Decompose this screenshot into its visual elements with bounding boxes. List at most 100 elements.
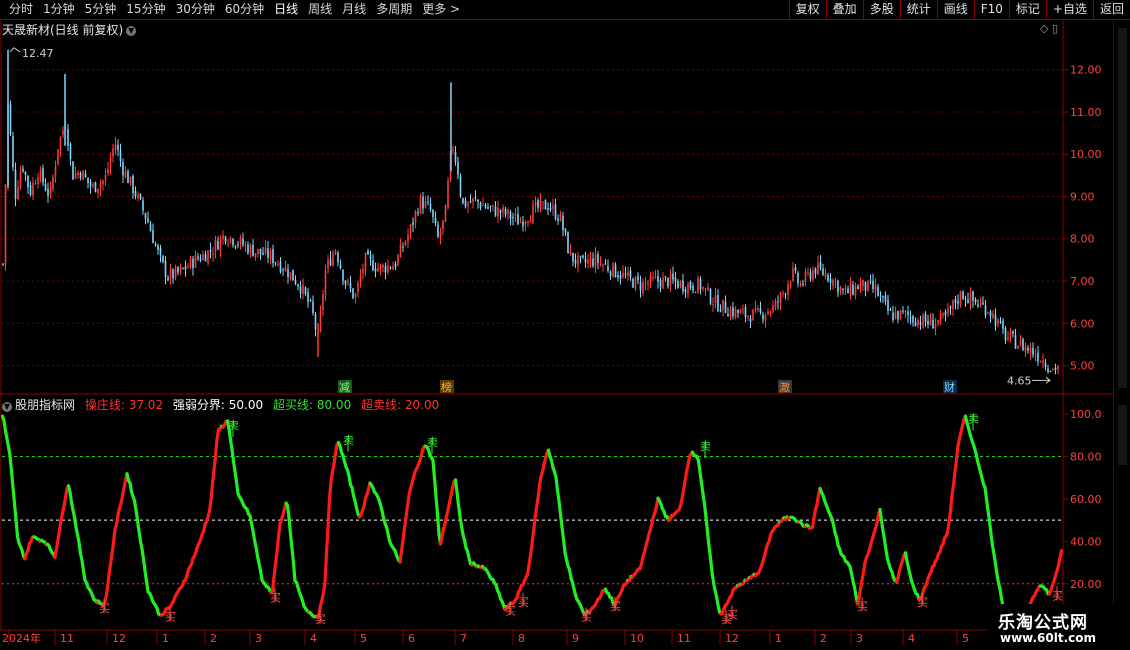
candle-body xyxy=(487,207,489,209)
time-axis-label: 3 xyxy=(255,632,262,645)
param-zhuang-line: 操庄线: 37.02 xyxy=(84,398,164,412)
candle-body xyxy=(339,264,342,269)
candle-body xyxy=(874,285,877,291)
oscillator-segment xyxy=(431,459,437,480)
chart-canvas[interactable]: 买买买买买买买买买买买买买卖卖卖卖卖 12.0011.0010.009.008.… xyxy=(0,0,1130,650)
chevron-down-icon[interactable]: ▼ xyxy=(126,26,137,36)
candle-body xyxy=(904,310,907,313)
main-chart-title[interactable]: 天晟新材(日线 前复权) ▼ xyxy=(2,21,137,38)
candle-body xyxy=(757,308,759,311)
candle-body xyxy=(242,238,244,246)
oscillator-segment xyxy=(77,540,83,556)
oscillator-segment xyxy=(108,552,114,567)
candle-body xyxy=(147,218,149,223)
candle-body xyxy=(307,292,309,303)
candle-body xyxy=(484,204,487,208)
candle-body xyxy=(587,259,589,264)
candle-body xyxy=(789,281,792,287)
candle-body xyxy=(544,200,547,210)
candle-body xyxy=(217,241,219,250)
candle-body xyxy=(869,280,872,282)
param-strength-boundary: 强弱分界: 50.00 xyxy=(172,398,264,412)
indicator-menu-icon[interactable]: ▼ xyxy=(2,402,12,412)
candle-body xyxy=(849,283,852,296)
oscillator-segment xyxy=(285,503,291,520)
candle-body xyxy=(967,299,969,304)
param-oversold-line: 超卖线: 20.00 xyxy=(361,398,440,412)
candle-body xyxy=(332,252,334,266)
candle-body xyxy=(329,258,332,266)
candle-body xyxy=(847,288,849,294)
candle-body xyxy=(649,275,652,283)
oscillator-segment xyxy=(272,561,278,579)
oscillator-segment xyxy=(557,499,563,516)
candle-body xyxy=(424,201,427,208)
candle-body xyxy=(712,304,714,306)
candle-body xyxy=(1054,367,1057,370)
candle-body xyxy=(664,276,667,278)
candle-body xyxy=(749,318,752,323)
candle-body xyxy=(739,310,742,314)
candle-body xyxy=(367,250,369,255)
oscillator-segment xyxy=(402,515,408,530)
oscillator-segment xyxy=(135,518,141,533)
candle-body xyxy=(957,301,959,304)
diamond-icon[interactable]: ◇ xyxy=(1040,22,1048,35)
oscillator-segment xyxy=(332,451,338,467)
candle-body xyxy=(634,277,637,290)
candle-body xyxy=(352,288,354,299)
candle-body xyxy=(209,249,212,252)
oscillator-segment xyxy=(399,538,405,553)
candle-body xyxy=(107,168,109,173)
candle-body xyxy=(177,266,179,273)
oscillator-segment xyxy=(9,469,15,489)
candle-body xyxy=(57,149,59,164)
candle-body xyxy=(619,275,622,279)
oscillator-segment xyxy=(984,497,990,513)
candle-body xyxy=(704,288,707,290)
candle-body xyxy=(239,237,242,244)
candle-body xyxy=(719,309,722,312)
candle-body xyxy=(729,309,732,319)
oscillator-segment xyxy=(878,507,884,522)
candle-body xyxy=(697,278,699,293)
candle-body xyxy=(832,279,834,286)
candle-body xyxy=(927,320,929,325)
time-axis-label: 8 xyxy=(518,632,525,645)
candle-body xyxy=(997,319,999,325)
time-axis-label: 7 xyxy=(460,632,467,645)
candle-body xyxy=(59,136,62,150)
watermark-url: www.60lt.com xyxy=(1000,631,1097,645)
candle-body xyxy=(594,254,597,268)
candle-body xyxy=(342,269,344,281)
candle-body xyxy=(972,291,974,301)
oscillator-segment xyxy=(273,550,279,566)
oscillator-segment xyxy=(110,541,116,556)
candle-body xyxy=(137,194,139,198)
candle-body xyxy=(287,269,289,278)
side-scrollbar-lower[interactable] xyxy=(1118,405,1127,465)
candle-body xyxy=(834,281,837,283)
candle-body xyxy=(979,303,982,305)
candle-body xyxy=(419,195,422,214)
candle-body xyxy=(514,214,517,217)
candle-body xyxy=(854,285,857,296)
candle-body xyxy=(827,275,829,281)
candle-body xyxy=(429,203,432,211)
oscillator-segment xyxy=(8,453,14,473)
candle-body xyxy=(442,220,444,230)
candle-body xyxy=(732,307,734,317)
candle-body xyxy=(622,272,624,277)
candle-body xyxy=(274,262,277,264)
candle-body xyxy=(747,315,749,318)
time-axis-label: 2024年 xyxy=(2,631,41,645)
side-scrollbar[interactable] xyxy=(1118,28,1127,388)
candle-body xyxy=(202,254,204,260)
candle-body xyxy=(377,267,379,272)
candle-body xyxy=(469,200,472,203)
candle-body xyxy=(817,263,819,275)
candle-body xyxy=(922,315,924,328)
candle-body xyxy=(964,298,967,300)
panel-toggle-icon[interactable]: ▯ xyxy=(1052,22,1058,35)
oscillator-segment xyxy=(404,504,410,519)
